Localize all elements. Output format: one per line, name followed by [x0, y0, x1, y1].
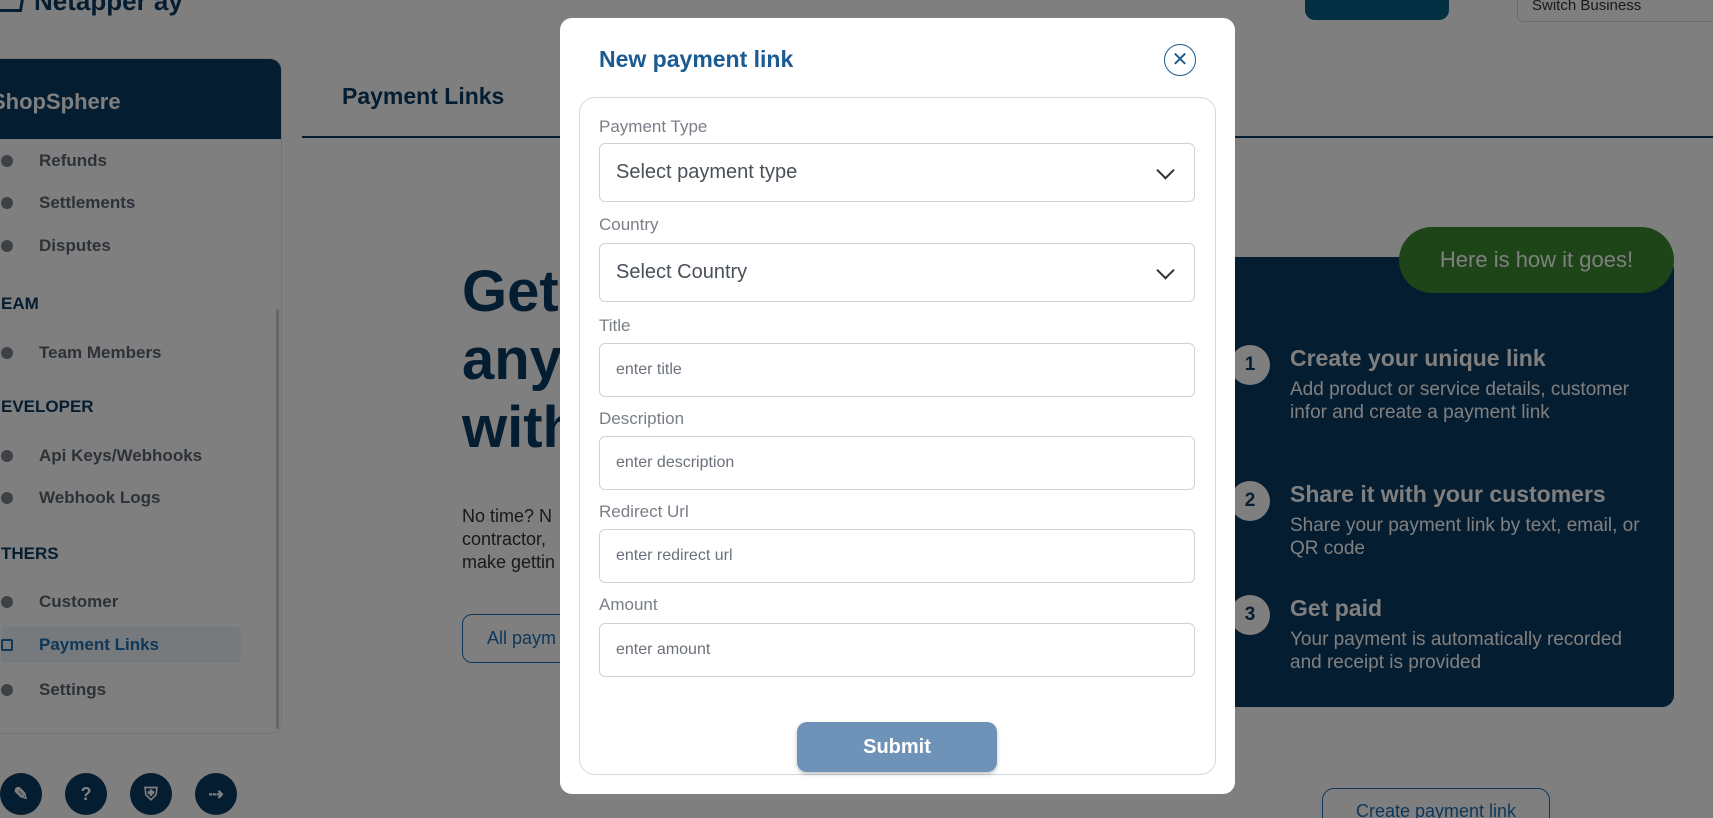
redirect-url-label: Redirect Url: [599, 502, 689, 521]
submit-button[interactable]: Submit: [797, 722, 997, 772]
payment-link-form: Payment Type Select payment type Country…: [579, 97, 1216, 775]
close-icon[interactable]: ✕: [1164, 44, 1196, 76]
payment-type-label: Payment Type: [599, 117, 708, 136]
description-label: Description: [599, 409, 685, 428]
description-input[interactable]: enter description: [599, 436, 1195, 490]
country-select[interactable]: Select Country: [599, 243, 1195, 302]
amount-input[interactable]: enter amount: [599, 623, 1195, 677]
title-input[interactable]: enter title: [599, 343, 1195, 397]
new-payment-link-modal: New payment link ✕ Payment Type Select p…: [560, 18, 1235, 794]
payment-type-select[interactable]: Select payment type: [599, 143, 1195, 202]
country-label: Country: [599, 215, 659, 234]
title-label: Title: [599, 316, 631, 335]
chevron-down-icon: [1156, 260, 1175, 280]
amount-label: Amount: [599, 595, 658, 614]
chevron-down-icon: [1156, 160, 1175, 180]
modal-title: New payment link: [599, 46, 794, 72]
redirect-url-input[interactable]: enter redirect url: [599, 529, 1195, 583]
